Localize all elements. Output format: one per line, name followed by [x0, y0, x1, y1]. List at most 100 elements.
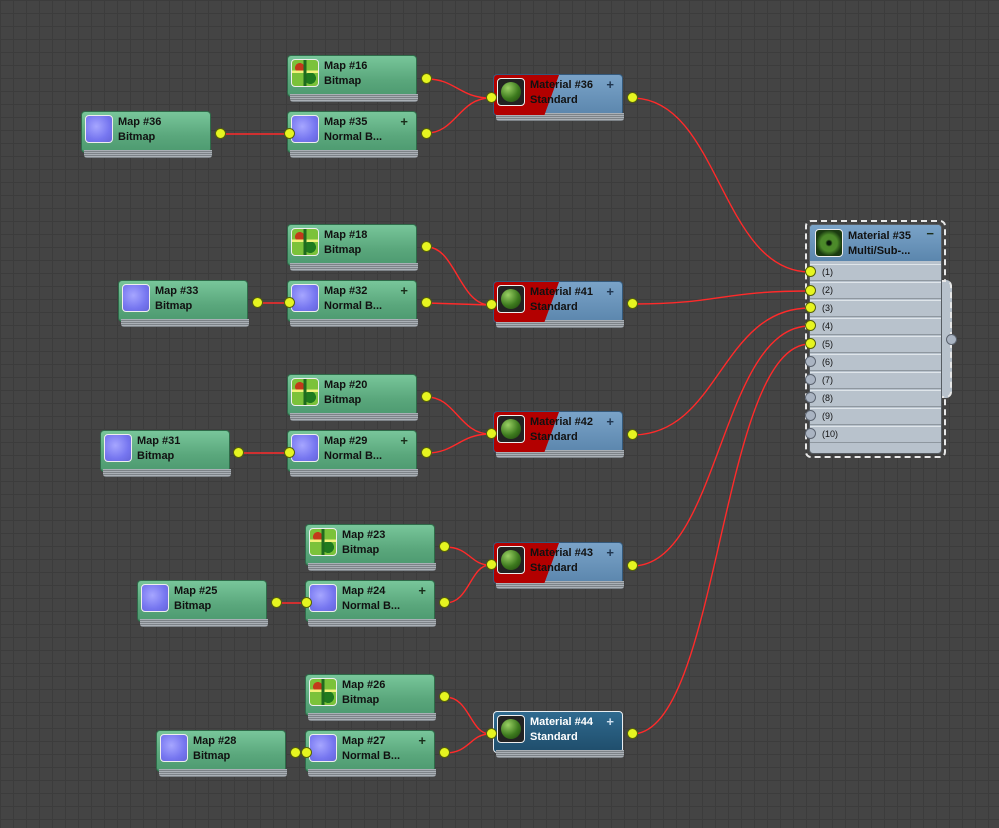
expand-icon[interactable]: +: [606, 284, 614, 299]
slot-6[interactable]: (6): [810, 354, 941, 371]
input-port[interactable]: [486, 299, 497, 310]
output-port[interactable]: [421, 73, 432, 84]
slot-7-port[interactable]: [805, 374, 816, 385]
map-node-28[interactable]: Map #28 Bitmap: [156, 730, 287, 777]
map-node-33[interactable]: Map #33 Bitmap: [118, 280, 249, 327]
map-node-36[interactable]: Map #36 Bitmap: [81, 111, 212, 158]
slot-8[interactable]: (8): [810, 390, 941, 407]
output-port[interactable]: [271, 597, 282, 608]
output-port[interactable]: [290, 747, 301, 758]
input-port[interactable]: [486, 728, 497, 739]
node-base: [140, 619, 268, 627]
node-base: [121, 319, 249, 327]
expand-icon[interactable]: +: [606, 77, 614, 92]
slot-7[interactable]: (7): [810, 372, 941, 389]
slot-9-port[interactable]: [805, 410, 816, 421]
wire: [631, 343, 811, 735]
expand-icon[interactable]: +: [400, 114, 408, 129]
expand-icon[interactable]: +: [606, 414, 614, 429]
output-port[interactable]: [421, 128, 432, 139]
node-title: Map #27: [342, 735, 386, 747]
node-title: Map #36: [118, 116, 162, 128]
node-base: [290, 150, 418, 158]
material-node-36[interactable]: Material #36 Standard +: [493, 74, 624, 121]
input-port[interactable]: [284, 447, 295, 458]
output-port[interactable]: [627, 92, 638, 103]
slot-6-port[interactable]: [805, 356, 816, 367]
material-node-35[interactable]: Material #35 Multi/Sub-... − (1) (2) (3)…: [809, 224, 942, 454]
map-node-23[interactable]: Map #23 Bitmap: [305, 524, 436, 571]
map-node-26[interactable]: Map #26 Bitmap: [305, 674, 436, 721]
output-port[interactable]: [421, 297, 432, 308]
node-type: Bitmap: [137, 450, 175, 462]
bitmap-thumbnail-icon: [291, 378, 319, 406]
output-port[interactable]: [233, 447, 244, 458]
slot-4-port[interactable]: [805, 320, 816, 331]
slot-3-port[interactable]: [805, 302, 816, 313]
expand-icon[interactable]: +: [418, 733, 426, 748]
output-port[interactable]: [439, 597, 450, 608]
material-node-43[interactable]: Material #43 Standard +: [493, 542, 624, 589]
output-port[interactable]: [421, 447, 432, 458]
input-port[interactable]: [486, 428, 497, 439]
slot-label: (9): [822, 411, 833, 421]
slot-1-port[interactable]: [805, 266, 816, 277]
output-port[interactable]: [439, 747, 450, 758]
material-node-41[interactable]: Material #41 Standard +: [493, 281, 624, 328]
map-node-16[interactable]: Map #16 Bitmap: [287, 55, 418, 102]
slot-2[interactable]: (2): [810, 282, 941, 299]
output-port[interactable]: [252, 297, 263, 308]
node-title: Map #28: [193, 735, 237, 747]
input-port[interactable]: [486, 92, 497, 103]
material-node-42[interactable]: Material #42 Standard +: [493, 411, 624, 458]
map-node-35[interactable]: Map #35 Normal B... +: [287, 111, 418, 158]
output-port[interactable]: [439, 691, 450, 702]
output-port[interactable]: [215, 128, 226, 139]
slot-5-port[interactable]: [805, 338, 816, 349]
input-port[interactable]: [486, 559, 497, 570]
output-port[interactable]: [627, 429, 638, 440]
map-node-29[interactable]: Map #29 Normal B... +: [287, 430, 418, 477]
collapse-icon[interactable]: −: [926, 226, 934, 241]
input-port[interactable]: [284, 128, 295, 139]
slot-8-port[interactable]: [805, 392, 816, 403]
output-port[interactable]: [946, 334, 957, 345]
slot-9[interactable]: (9): [810, 408, 941, 425]
map-node-20[interactable]: Map #20 Bitmap: [287, 374, 418, 421]
slot-4[interactable]: (4): [810, 318, 941, 335]
expand-icon[interactable]: +: [418, 583, 426, 598]
slot-1[interactable]: (1): [810, 264, 941, 281]
slot-5[interactable]: (5): [810, 336, 941, 353]
material-sphere-icon: [497, 415, 525, 443]
map-node-32[interactable]: Map #32 Normal B... +: [287, 280, 418, 327]
output-port[interactable]: [421, 241, 432, 252]
output-port[interactable]: [439, 541, 450, 552]
output-port[interactable]: [421, 391, 432, 402]
expand-icon[interactable]: +: [606, 714, 614, 729]
node-type: Multi/Sub-...: [848, 245, 911, 257]
map-node-24[interactable]: Map #24 Normal B... +: [305, 580, 436, 627]
slot-2-port[interactable]: [805, 285, 816, 296]
map-node-27[interactable]: Map #27 Normal B... +: [305, 730, 436, 777]
wire: [426, 302, 491, 306]
node-title: Map #35: [324, 116, 368, 128]
node-title: Material #44: [530, 716, 593, 728]
map-node-18[interactable]: Map #18 Bitmap: [287, 224, 418, 271]
map-node-25[interactable]: Map #25 Bitmap: [137, 580, 268, 627]
material-node-44[interactable]: Material #44 Standard +: [493, 711, 624, 758]
map-node-31[interactable]: Map #31 Bitmap: [100, 430, 231, 477]
slot-3[interactable]: (3): [810, 300, 941, 317]
expand-icon[interactable]: +: [400, 283, 408, 298]
node-base: [159, 769, 287, 777]
output-port[interactable]: [627, 298, 638, 309]
expand-icon[interactable]: +: [400, 433, 408, 448]
slot-10-port[interactable]: [805, 428, 816, 439]
output-port[interactable]: [627, 560, 638, 571]
slot-10[interactable]: (10): [810, 426, 941, 443]
node-type: Bitmap: [118, 131, 156, 143]
expand-icon[interactable]: +: [606, 545, 614, 560]
input-port[interactable]: [284, 297, 295, 308]
input-port[interactable]: [301, 597, 312, 608]
input-port[interactable]: [301, 747, 312, 758]
output-port[interactable]: [627, 728, 638, 739]
